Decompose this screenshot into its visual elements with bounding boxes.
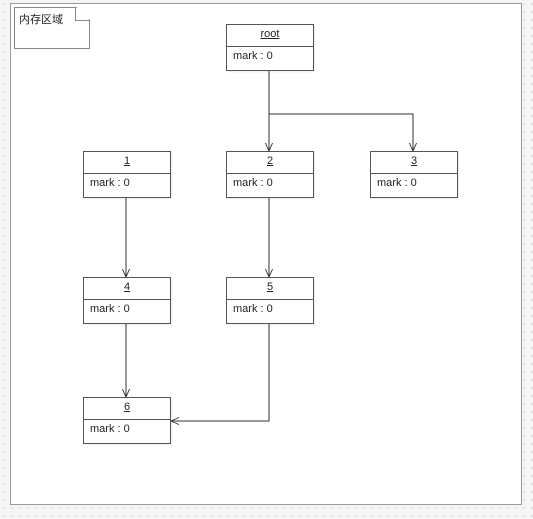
node-3: 3 mark : 0 [370, 151, 458, 198]
node-mark: mark : 0 [227, 174, 313, 197]
node-6: 6 mark : 0 [83, 397, 171, 444]
node-1: 1 mark : 0 [83, 151, 171, 198]
node-title: 3 [371, 152, 457, 174]
node-mark: mark : 0 [227, 300, 313, 323]
edge-root-3 [269, 114, 413, 151]
node-mark: mark : 0 [84, 300, 170, 323]
region-note: 内存区域 [14, 7, 90, 49]
node-root: root mark : 0 [226, 24, 314, 71]
node-mark: mark : 0 [84, 420, 170, 443]
node-mark: mark : 0 [84, 174, 170, 197]
node-title: 2 [227, 152, 313, 174]
node-title: 1 [84, 152, 170, 174]
node-mark: mark : 0 [371, 174, 457, 197]
node-title: 6 [84, 398, 170, 420]
node-title: 5 [227, 278, 313, 300]
node-5: 5 mark : 0 [226, 277, 314, 324]
diagram-canvas: 内存区域 root mark : 0 1 mark : 0 2 mark : 0 [10, 3, 522, 505]
node-title: 4 [84, 278, 170, 300]
node-title: root [227, 25, 313, 47]
region-note-label: 内存区域 [19, 11, 63, 27]
node-mark: mark : 0 [227, 47, 313, 70]
edge-5-6 [171, 323, 269, 421]
node-2: 2 mark : 0 [226, 151, 314, 198]
node-4: 4 mark : 0 [83, 277, 171, 324]
